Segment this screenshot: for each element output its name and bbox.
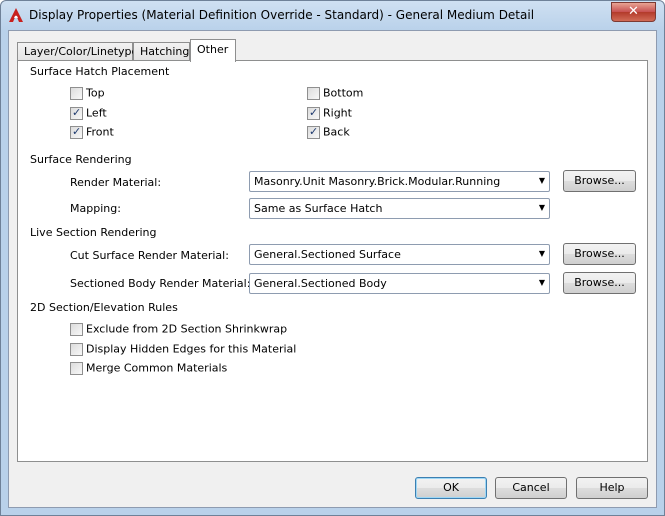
chevron-down-icon: ▼ (538, 203, 545, 212)
checkbox-box[interactable]: ✓ (307, 105, 320, 120)
mapping-select[interactable]: Same as Surface Hatch ▼ (249, 198, 550, 219)
render-material-select[interactable]: Masonry.Unit Masonry.Brick.Modular.Runni… (249, 171, 550, 192)
button-label: Browse... (574, 276, 625, 289)
tab-layer-color-linetype[interactable]: Layer/Color/Linetype (17, 42, 138, 61)
checkbox-box[interactable] (70, 322, 83, 336)
render-material-browse-button[interactable]: Browse... (563, 170, 636, 192)
checkbox-left[interactable]: ✓ Left (70, 106, 107, 122)
title-bar[interactable]: Display Properties (Material Definition … (1, 1, 664, 31)
check-mark-icon: ✓ (309, 105, 319, 119)
section-elevation-rules-heading: 2D Section/Elevation Rules (30, 301, 178, 314)
checkbox-box[interactable] (70, 361, 83, 375)
dialog-client-area: Layer/Color/Linetype Hatching Other Surf… (8, 30, 657, 508)
button-label: OK (443, 481, 459, 494)
tab-label: Hatching (140, 45, 190, 58)
checkbox-right[interactable]: ✓ Right (307, 106, 352, 122)
window-title: Display Properties (Material Definition … (29, 8, 535, 22)
surface-hatch-placement-heading: Surface Hatch Placement (30, 65, 170, 78)
help-button[interactable]: Help (576, 477, 648, 499)
checkbox-box[interactable] (70, 342, 83, 356)
section-divider (233, 159, 634, 160)
checkbox-box[interactable]: ✓ (70, 105, 83, 120)
cancel-button[interactable]: Cancel (495, 477, 567, 499)
chevron-down-icon: ▼ (538, 176, 545, 185)
cut-surface-render-material-select[interactable]: General.Sectioned Surface ▼ (249, 244, 550, 265)
button-label: Cancel (512, 481, 550, 494)
mapping-label: Mapping: (70, 202, 121, 215)
button-label: Help (599, 481, 625, 494)
section-divider (205, 307, 634, 308)
sectioned-body-browse-button[interactable]: Browse... (563, 272, 636, 294)
select-value: Masonry.Unit Masonry.Brick.Modular.Runni… (254, 175, 501, 188)
close-icon: ✕ (628, 4, 639, 19)
dialog-window: Display Properties (Material Definition … (0, 0, 665, 516)
checkbox-label: Front (86, 125, 114, 139)
cut-surface-browse-button[interactable]: Browse... (563, 243, 636, 265)
section-divider (238, 232, 634, 233)
checkbox-label: Merge Common Materials (86, 361, 228, 375)
select-value: Same as Surface Hatch (254, 202, 383, 215)
checkbox-box[interactable]: ✓ (307, 124, 320, 139)
live-section-rendering-heading: Live Section Rendering (30, 226, 157, 239)
checkbox-exclude-shrinkwrap[interactable]: Exclude from 2D Section Shrinkwrap (70, 322, 287, 338)
check-mark-icon: ✓ (72, 105, 82, 119)
chevron-down-icon: ▼ (538, 249, 545, 258)
ok-button[interactable]: OK (415, 477, 487, 499)
checkbox-label: Bottom (323, 86, 364, 100)
sectioned-body-render-material-select[interactable]: General.Sectioned Body ▼ (249, 273, 550, 294)
checkbox-label: Right (323, 106, 352, 120)
checkbox-label: Display Hidden Edges for this Material (86, 342, 297, 356)
select-value: General.Sectioned Surface (254, 248, 401, 261)
check-mark-icon: ✓ (309, 124, 319, 138)
checkbox-label: Back (323, 125, 350, 139)
checkbox-front[interactable]: ✓ Front (70, 125, 114, 141)
checkbox-label: Exclude from 2D Section Shrinkwrap (86, 322, 288, 336)
select-value: General.Sectioned Body (254, 277, 387, 290)
section-divider (270, 71, 634, 72)
checkbox-label: Top (86, 86, 105, 100)
checkbox-top[interactable]: Top (70, 86, 105, 102)
chevron-down-icon: ▼ (538, 278, 545, 287)
tab-other[interactable]: Other (190, 39, 236, 62)
button-label: Browse... (574, 247, 625, 260)
autocad-a-icon (9, 8, 23, 22)
cut-surface-render-material-label: Cut Surface Render Material: (70, 249, 229, 262)
surface-rendering-heading: Surface Rendering (30, 153, 132, 166)
tab-label: Layer/Color/Linetype (24, 45, 139, 58)
tab-panel-other: Surface Hatch Placement Top ✓ Left ✓ Front… (17, 60, 648, 462)
render-material-label: Render Material: (70, 176, 162, 189)
button-label: Browse... (574, 174, 625, 187)
checkbox-back[interactable]: ✓ Back (307, 125, 350, 141)
checkbox-label: Left (86, 106, 107, 120)
check-mark-icon: ✓ (72, 124, 82, 138)
checkbox-merge-common-materials[interactable]: Merge Common Materials (70, 361, 227, 377)
sectioned-body-render-material-label: Sectioned Body Render Material: (70, 277, 251, 290)
checkbox-display-hidden-edges[interactable]: Display Hidden Edges for this Material (70, 342, 296, 358)
checkbox-box[interactable] (70, 86, 83, 100)
checkbox-box[interactable] (307, 86, 320, 100)
tab-label: Other (197, 43, 229, 56)
close-button[interactable]: ✕ (611, 2, 656, 22)
checkbox-box[interactable]: ✓ (70, 124, 83, 139)
tab-hatching[interactable]: Hatching (133, 42, 190, 61)
checkbox-bottom[interactable]: Bottom (307, 86, 363, 102)
